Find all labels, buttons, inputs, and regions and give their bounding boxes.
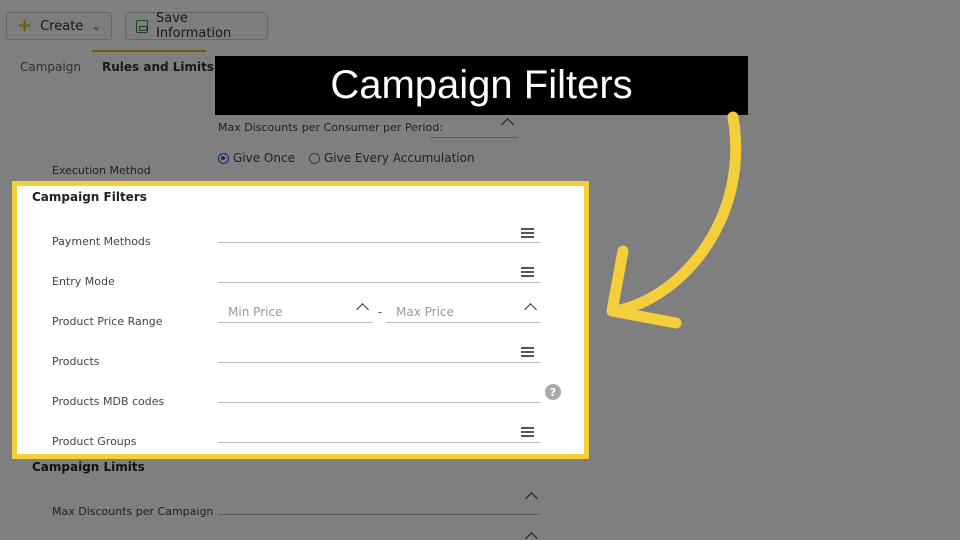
max-price-underline <box>386 322 540 323</box>
entry-mode-input[interactable] <box>218 282 540 283</box>
list-icon[interactable] <box>521 267 534 277</box>
list-icon[interactable] <box>521 427 534 437</box>
entry-mode-label: Entry Mode <box>52 275 115 288</box>
products-label: Products <box>52 355 100 368</box>
product-groups-input[interactable] <box>218 442 540 443</box>
campaign-filters-panel: Campaign Filters Payment Methods Entry M… <box>12 181 589 459</box>
product-groups-label: Product Groups <box>52 435 137 448</box>
payment-methods-input[interactable] <box>218 242 540 243</box>
curved-arrow-icon <box>606 111 742 329</box>
product-price-range-label: Product Price Range <box>52 315 163 328</box>
products-input[interactable] <box>218 362 540 363</box>
list-icon[interactable] <box>521 228 534 238</box>
help-icon[interactable]: ? <box>545 384 561 400</box>
range-separator: - <box>378 305 383 319</box>
chevron-up-icon[interactable] <box>524 303 537 316</box>
min-price-input[interactable]: Min Price <box>228 305 282 319</box>
campaign-filters-title: Campaign Filters <box>32 190 147 204</box>
max-price-input[interactable]: Max Price <box>396 305 454 319</box>
payment-methods-label: Payment Methods <box>52 235 151 248</box>
chevron-up-icon[interactable] <box>356 303 369 316</box>
list-icon[interactable] <box>521 347 534 357</box>
products-mdb-codes-label: Products MDB codes <box>52 395 165 408</box>
products-mdb-codes-input[interactable] <box>218 402 540 403</box>
min-price-underline <box>218 322 373 323</box>
